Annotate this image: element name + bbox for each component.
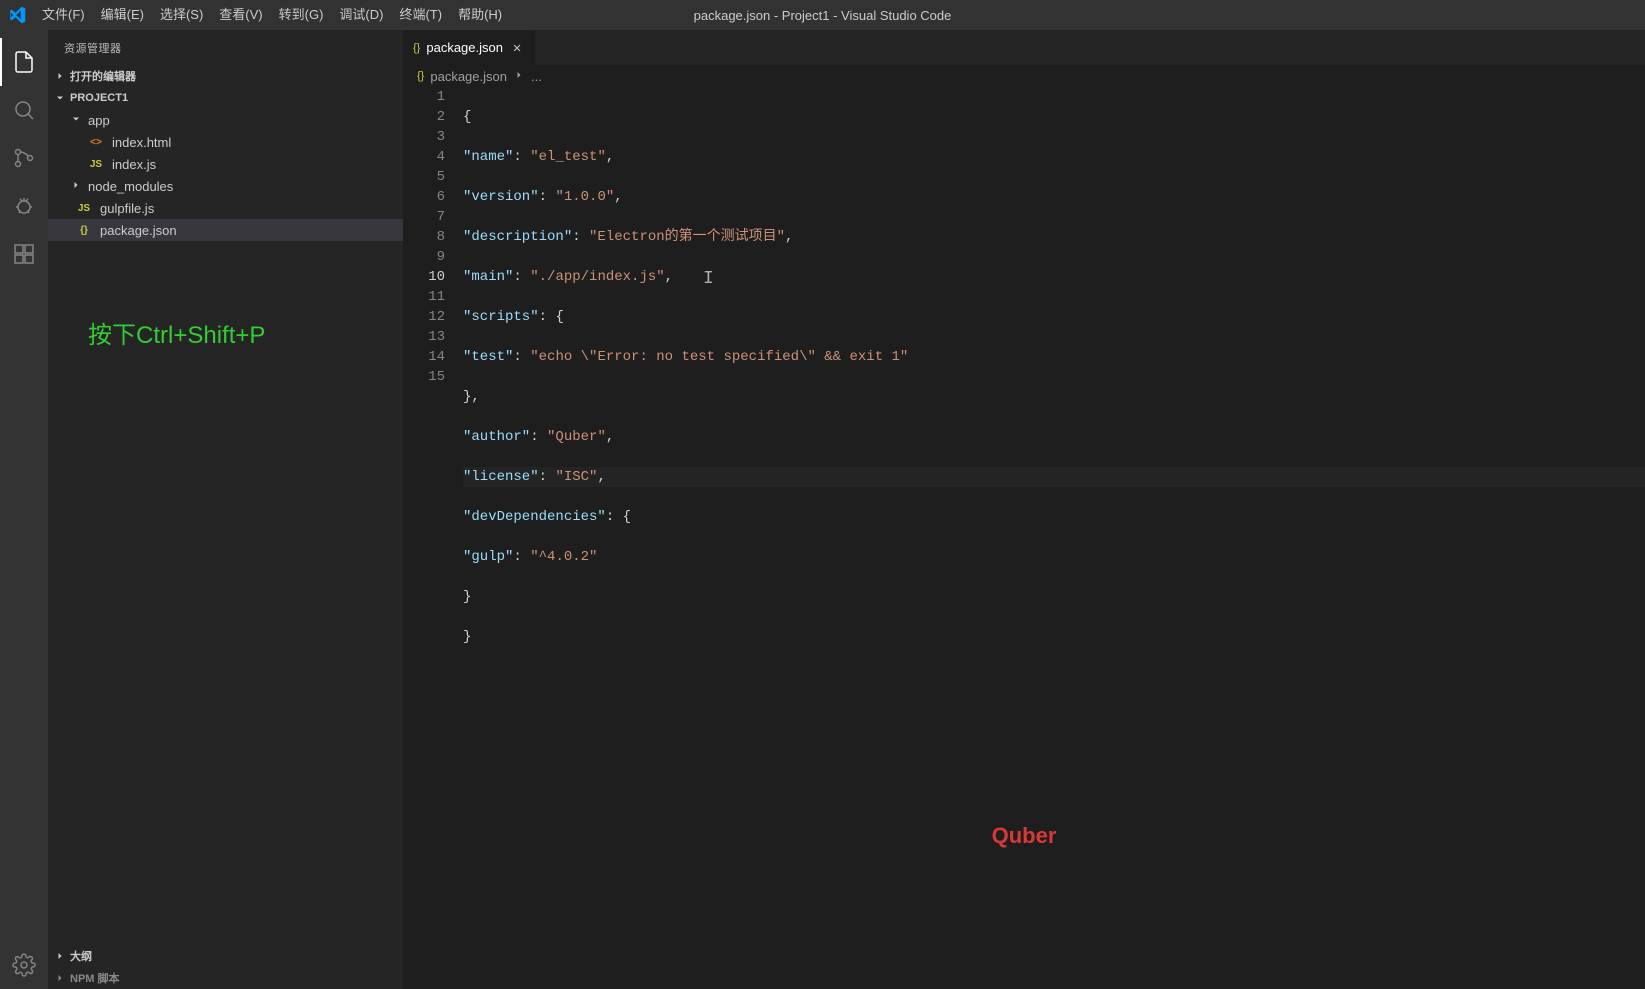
activity-debug-icon[interactable] [0, 182, 48, 230]
menu-go[interactable]: 转到(G) [271, 0, 332, 30]
tree-label: node_modules [88, 179, 173, 194]
editor-body[interactable]: 1 2 3 4 5 6 7 8 9 10 11 12 13 14 15 { "n… [403, 87, 1645, 989]
overlay-hint: 按下Ctrl+Shift+P [88, 315, 265, 350]
menu-help[interactable]: 帮助(H) [450, 0, 510, 30]
menu-edit[interactable]: 编辑(E) [93, 0, 152, 30]
menu-file[interactable]: 文件(F) [34, 0, 93, 30]
editor-area: {} package.json {} package.json ... 1 2 … [403, 30, 1645, 989]
editor-scrollbar[interactable] [1631, 87, 1645, 989]
section-project[interactable]: PROJECT1 [48, 87, 403, 109]
chevron-right-icon [52, 948, 68, 964]
js-file-icon: JS [76, 200, 92, 216]
code-content[interactable]: { "name": "el_test", "version": "1.0.0",… [463, 87, 1645, 989]
tabs: {} package.json [403, 30, 1645, 65]
menubar: 文件(F) 编辑(E) 选择(S) 查看(V) 转到(G) 调试(D) 终端(T… [34, 0, 510, 30]
line-number: 11 [403, 287, 445, 307]
section-npm-scripts[interactable]: NPM 脚本 [48, 967, 403, 989]
json-file-icon: {} [413, 42, 420, 54]
section-outline[interactable]: 大纲 [48, 945, 403, 967]
vscode-logo-icon [8, 6, 26, 24]
tree-file-index-html[interactable]: <> index.html [48, 131, 403, 153]
line-number: 3 [403, 127, 445, 147]
chevron-right-icon [52, 970, 68, 986]
menu-terminal[interactable]: 终端(T) [391, 0, 450, 30]
line-number: 4 [403, 147, 445, 167]
tab-package-json[interactable]: {} package.json [403, 30, 536, 65]
chevron-right-icon [70, 179, 84, 194]
tree-folder-app[interactable]: app [48, 109, 403, 131]
line-number: 12 [403, 307, 445, 327]
section-open-editors[interactable]: 打开的编辑器 [48, 65, 403, 87]
json-file-icon: {} [76, 222, 92, 238]
line-number: 13 [403, 327, 445, 347]
section-outline-label: 大纲 [70, 948, 92, 964]
line-number: 1 [403, 87, 445, 107]
json-file-icon: {} [417, 70, 424, 82]
chevron-right-icon [513, 69, 525, 84]
line-number: 14 [403, 347, 445, 367]
sidebar: 资源管理器 打开的编辑器 PROJECT1 app <> index.html … [48, 30, 403, 989]
tree-label: package.json [100, 223, 177, 238]
section-npm-scripts-label: NPM 脚本 [70, 970, 120, 986]
activitybar [0, 30, 48, 989]
close-icon[interactable] [509, 40, 525, 56]
menu-debug[interactable]: 调试(D) [331, 0, 391, 30]
tree-label: index.js [112, 157, 156, 172]
tree-label: gulpfile.js [100, 201, 154, 216]
activity-extensions-icon[interactable] [0, 230, 48, 278]
line-number: 9 [403, 247, 445, 267]
tree-label: app [88, 113, 110, 128]
chevron-down-icon [70, 113, 84, 128]
js-file-icon: JS [88, 156, 104, 172]
chevron-down-icon [52, 90, 68, 106]
chevron-right-icon [52, 68, 68, 84]
tree-folder-node-modules[interactable]: node_modules [48, 175, 403, 197]
line-number: 2 [403, 107, 445, 127]
activity-settings-icon[interactable] [0, 941, 48, 989]
tree-file-gulpfile[interactable]: JS gulpfile.js [48, 197, 403, 219]
line-number: 7 [403, 207, 445, 227]
activity-scm-icon[interactable] [0, 134, 48, 182]
line-number: 8 [403, 227, 445, 247]
line-number: 6 [403, 187, 445, 207]
tree-file-index-js[interactable]: JS index.js [48, 153, 403, 175]
section-open-editors-label: 打开的编辑器 [70, 68, 136, 84]
breadcrumb-more: ... [531, 69, 542, 84]
tree-file-package-json[interactable]: {} package.json [48, 219, 403, 241]
menu-view[interactable]: 查看(V) [211, 0, 270, 30]
section-project-label: PROJECT1 [70, 92, 128, 104]
tree-label: index.html [112, 135, 171, 150]
line-number: 10 [403, 267, 445, 287]
breadcrumb-file: package.json [430, 69, 507, 84]
line-numbers-gutter: 1 2 3 4 5 6 7 8 9 10 11 12 13 14 15 [403, 87, 463, 989]
line-number: 5 [403, 167, 445, 187]
tab-label: package.json [426, 40, 503, 55]
sidebar-title: 资源管理器 [48, 30, 403, 65]
activity-explorer-icon[interactable] [0, 38, 48, 86]
menu-selection[interactable]: 选择(S) [152, 0, 211, 30]
titlebar: 文件(F) 编辑(E) 选择(S) 查看(V) 转到(G) 调试(D) 终端(T… [0, 0, 1645, 30]
breadcrumb[interactable]: {} package.json ... [403, 65, 1645, 87]
activity-search-icon[interactable] [0, 86, 48, 134]
line-number: 15 [403, 367, 445, 387]
html-file-icon: <> [88, 134, 104, 150]
